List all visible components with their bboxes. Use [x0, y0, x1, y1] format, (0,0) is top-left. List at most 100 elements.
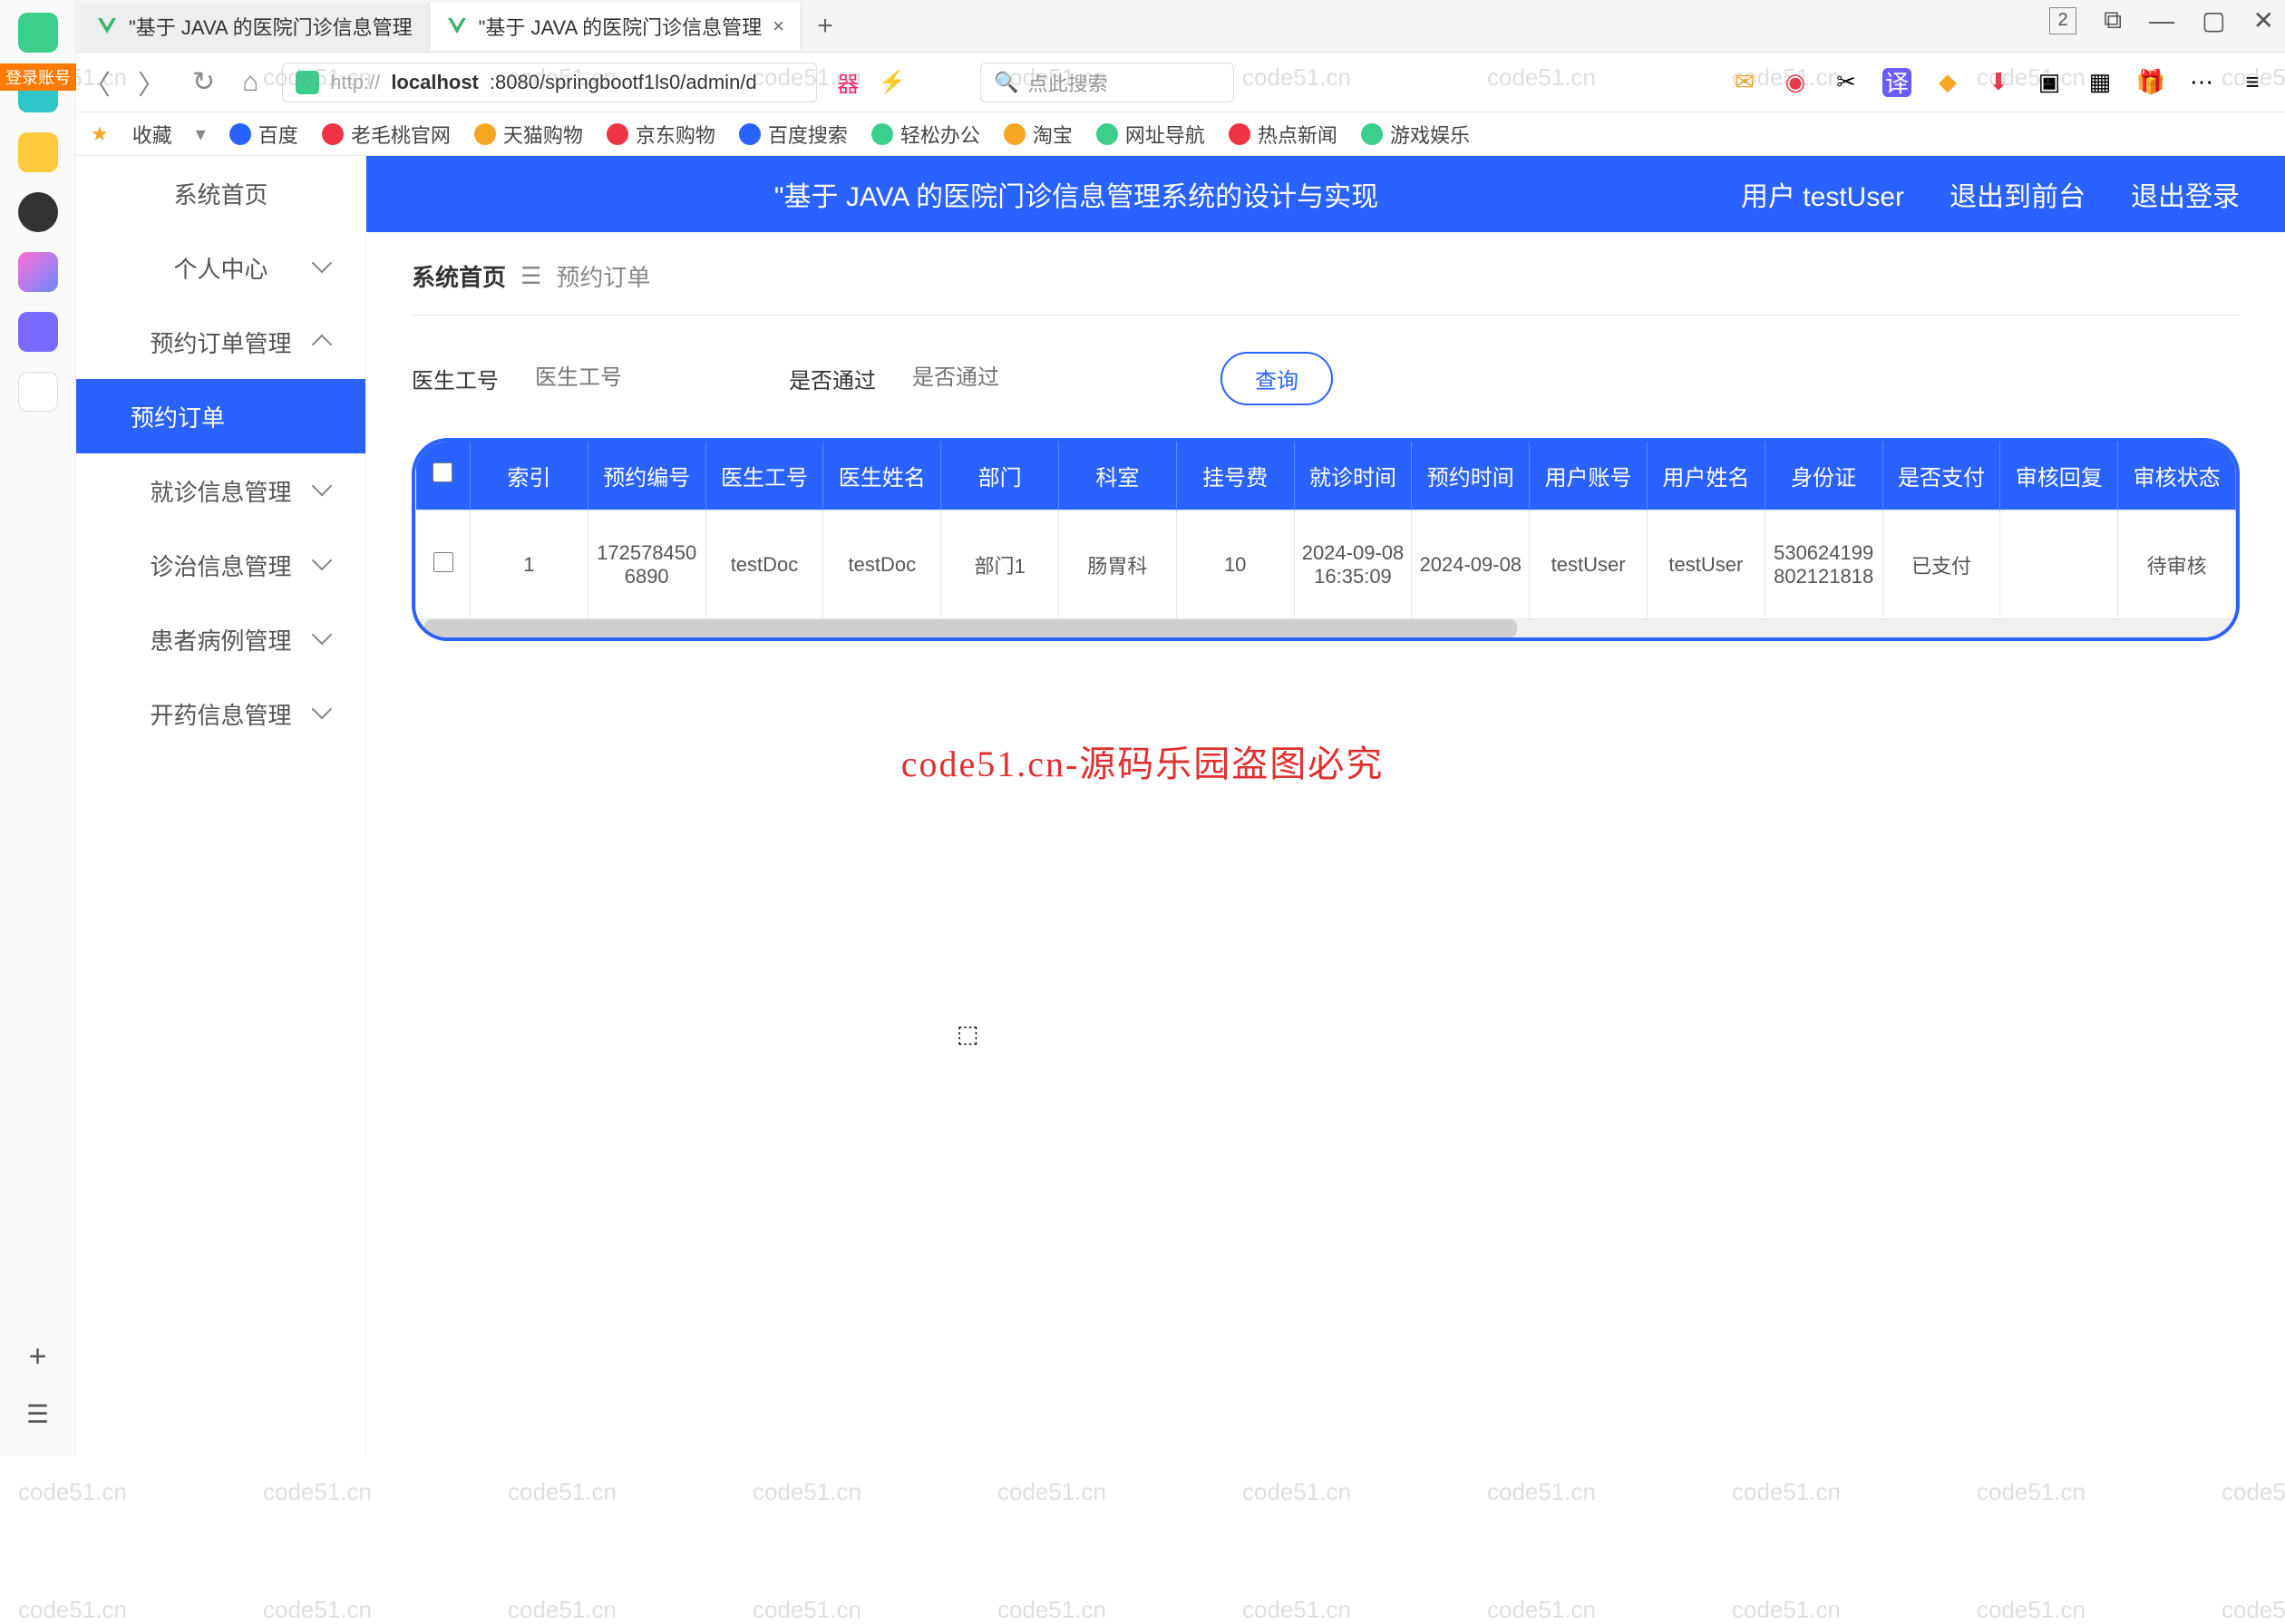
login-tag[interactable]: 登录账号: [0, 63, 76, 91]
scissors-icon[interactable]: ✂: [1832, 68, 1861, 97]
bookmark-bar: ★ 收藏 ▾ 百度 老毛桃官网 天猫购物 京东购物 百度搜索 轻松办公 淘宝 网…: [0, 112, 2285, 156]
cell-acct: testUser: [1530, 511, 1648, 619]
tab-bar: "基于 JAVA 的医院门诊信息管理 "基于 JAVA 的医院门诊信息管理 × …: [0, 0, 2285, 53]
flash-icon[interactable]: ⚡: [879, 69, 906, 95]
topbar-exit-front[interactable]: 退出到前台: [1950, 174, 2086, 214]
vue-icon: [446, 15, 468, 37]
launcher-icon-2[interactable]: [18, 132, 58, 172]
download-icon[interactable]: ⬇: [1984, 68, 2013, 97]
cell-uname: testUser: [1647, 511, 1765, 619]
new-tab-button[interactable]: +: [802, 11, 849, 42]
grid-icon[interactable]: ▦: [2086, 68, 2115, 97]
header-checkbox[interactable]: [433, 462, 452, 482]
brand-icon[interactable]: 器: [837, 66, 859, 98]
filter-input-pass[interactable]: [912, 365, 1075, 392]
table-header: 部门: [941, 442, 1059, 511]
minimize-icon[interactable]: —: [2149, 6, 2174, 35]
gift-icon[interactable]: 🎁: [2136, 68, 2165, 97]
filter-input-docid[interactable]: [535, 365, 698, 392]
bookmark-item[interactable]: 热点新闻: [1229, 120, 1337, 149]
tab-count[interactable]: 2: [2049, 7, 2076, 34]
breadcrumb: 系统首页 ☰ 预约订单: [412, 259, 2240, 316]
watermark: code51.cn: [1487, 1596, 1596, 1624]
main-area: "基于 JAVA 的医院门诊信息管理系统的设计与实现 用户 testUser 退…: [366, 156, 2285, 1456]
table-header: 是否支付: [1882, 442, 2000, 511]
table-header: 身份证: [1765, 442, 1882, 511]
watermark: code51.cn: [508, 1596, 617, 1624]
browser-logo-icon[interactable]: [18, 13, 58, 53]
watermark: code51.cn: [508, 1478, 617, 1506]
close-window-icon[interactable]: ✕: [2253, 5, 2274, 35]
browser-tab-active[interactable]: "基于 JAVA 的医院门诊信息管理 ×: [430, 3, 802, 50]
sidebar-item-appt-order[interactable]: 预约订单: [76, 379, 365, 453]
sidebar-item-treat-mgmt[interactable]: 诊治信息管理: [76, 528, 365, 602]
table-header: 科室: [1058, 442, 1176, 511]
browser-tab[interactable]: "基于 JAVA 的医院门诊信息管理: [80, 3, 430, 50]
menu-icon[interactable]: ≡: [2238, 68, 2267, 97]
search-input[interactable]: 🔍 点此搜索: [980, 63, 1234, 102]
back-icon[interactable]: 〈: [80, 63, 114, 102]
translate-icon[interactable]: 译: [1882, 68, 1911, 97]
launcher-icon-6[interactable]: [18, 372, 58, 412]
search-placeholder: 点此搜索: [1028, 68, 1108, 97]
bookmark-item[interactable]: 老毛桃官网: [322, 120, 451, 149]
maximize-icon[interactable]: ▢: [2202, 5, 2225, 35]
sidebar-item-case-mgmt[interactable]: 患者病例管理: [76, 602, 365, 676]
sidebar-item-profile[interactable]: 个人中心: [76, 230, 365, 305]
topbar-logout[interactable]: 退出登录: [2131, 174, 2240, 214]
cell-apptno: 1725784506890: [588, 511, 705, 619]
bookmark-item[interactable]: 轻松办公: [871, 120, 980, 149]
watermark: code51.cn: [2222, 1478, 2285, 1506]
pip-icon[interactable]: ▣: [2035, 68, 2064, 97]
sidebar-item-visit-mgmt[interactable]: 就诊信息管理: [76, 453, 365, 528]
add-launcher-icon[interactable]: +: [29, 1339, 47, 1375]
filter-label-pass: 是否通过: [789, 363, 876, 394]
table-header: 医生工号: [705, 442, 823, 511]
bookmark-item[interactable]: 百度: [229, 120, 298, 149]
sidebar-item-rx-mgmt[interactable]: 开药信息管理: [76, 676, 365, 751]
bookmark-item[interactable]: 百度搜索: [739, 120, 848, 149]
cell-dept: 部门1: [941, 511, 1059, 619]
cell-reply: [2000, 511, 2118, 619]
bookmark-item[interactable]: 京东购物: [607, 120, 715, 149]
forward-icon[interactable]: 〉: [134, 63, 169, 102]
launcher-icon-4[interactable]: [18, 252, 58, 292]
bookmark-item[interactable]: 天猫购物: [474, 120, 583, 149]
sidebar-item-appt-mgmt[interactable]: 预约订单管理: [76, 305, 365, 379]
topbar-user[interactable]: 用户 testUser: [1741, 174, 1904, 214]
url-input[interactable]: http://localhost:8080/springbootf1ls0/ad…: [282, 63, 817, 102]
filter-label-docid: 医生工号: [412, 363, 499, 394]
more-icon[interactable]: ⋯: [2187, 68, 2216, 97]
window-controls: 2 ⧉ — ▢ ✕: [2049, 5, 2274, 35]
launcher-icon-5[interactable]: [18, 312, 58, 352]
sidepanel-icon[interactable]: ⧉: [2104, 5, 2122, 35]
sidebar-item-home[interactable]: 系统首页: [76, 156, 365, 230]
table-row: 1 1725784506890 testDoc testDoc 部门1 肠胃科 …: [416, 511, 2236, 619]
weibo-icon[interactable]: ◉: [1781, 68, 1810, 97]
bookmark-item[interactable]: 网址导航: [1096, 120, 1205, 149]
bookmark-item[interactable]: 淘宝: [1004, 120, 1073, 149]
reload-icon[interactable]: ↻: [189, 66, 219, 98]
watermark: code51.cn: [1242, 1596, 1351, 1624]
launcher-menu-icon[interactable]: ☰: [26, 1399, 49, 1429]
home-icon[interactable]: ⌂: [238, 67, 262, 98]
cell-idcard: 530624199802121818: [1765, 511, 1882, 619]
mail-icon[interactable]: ✉: [1730, 68, 1759, 97]
cell-paid: 已支付: [1882, 511, 2000, 619]
watermark: code51.cn: [1977, 1478, 2086, 1506]
cell-room: 肠胃科: [1058, 511, 1176, 619]
bookmark-item[interactable]: 游戏娱乐: [1361, 120, 1470, 149]
extension-icon[interactable]: ◆: [1933, 68, 1962, 97]
data-table: 索引预约编号医生工号医生姓名部门科室挂号费就诊时间预约时间用户账号用户姓名身份证…: [412, 438, 2240, 641]
close-icon[interactable]: ×: [773, 15, 784, 38]
watermark: code51.cn: [18, 1596, 127, 1624]
launcher-icon-3[interactable]: [18, 192, 58, 232]
app-topbar: "基于 JAVA 的医院门诊信息管理系统的设计与实现 用户 testUser 退…: [366, 156, 2285, 232]
favorites-label[interactable]: 收藏: [132, 120, 172, 149]
horizontal-scrollbar[interactable]: [415, 619, 2236, 637]
cell-status: 待审核: [2118, 511, 2236, 619]
breadcrumb-home[interactable]: 系统首页: [412, 259, 506, 293]
row-checkbox[interactable]: [433, 552, 453, 572]
cursor-icon: ⬚: [957, 1020, 979, 1048]
query-button[interactable]: 查询: [1220, 352, 1333, 405]
